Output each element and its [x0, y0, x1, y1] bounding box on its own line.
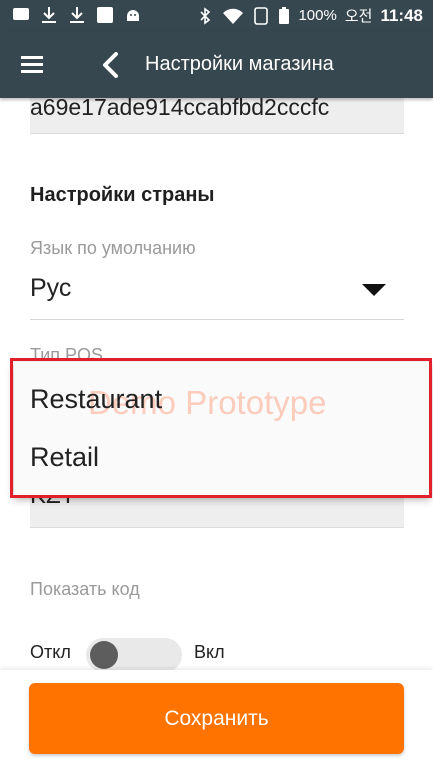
toggle-on-label: Вкл — [194, 642, 225, 662]
battery-percent: 100% — [298, 7, 337, 24]
token-value: a69e17ade914ccabfbd2cccfc — [30, 98, 330, 120]
dropdown-option-restaurant[interactable]: Restaurant — [30, 384, 162, 415]
wifi-icon — [223, 8, 244, 24]
battery-icon — [279, 6, 290, 24]
language-underline — [30, 319, 404, 320]
back-arrow-icon[interactable] — [98, 50, 124, 80]
pos-type-dropdown: Demo Prototype Restaurant Retail — [14, 362, 430, 496]
language-label: Язык по умолчанию — [30, 238, 196, 258]
clock: 11:48 — [380, 5, 423, 25]
ampm-label: 오전 — [344, 8, 373, 25]
bluetooth-icon — [200, 6, 211, 25]
download-icon — [42, 7, 56, 23]
download-icon — [70, 7, 84, 23]
language-select[interactable]: Рус — [30, 274, 71, 303]
toggle-knob — [90, 641, 118, 669]
show-code-label: Показать код — [30, 579, 140, 599]
notification-icons — [12, 6, 142, 24]
bottom-bar: Сохранить — [0, 670, 433, 769]
toggle-off-label: Откл — [30, 642, 71, 662]
square-icon — [97, 7, 113, 23]
app-bar: Настройки магазина — [0, 32, 433, 98]
dropdown-arrow-icon[interactable] — [362, 284, 386, 296]
dropdown-option-retail[interactable]: Retail — [30, 442, 99, 473]
screen-rotate-icon — [254, 6, 269, 25]
status-bar: 100% 오전 11:48 — [0, 0, 433, 32]
show-code-toggle[interactable] — [86, 638, 182, 670]
save-button[interactable]: Сохранить — [29, 683, 404, 754]
menu-icon[interactable] — [18, 52, 48, 78]
section-title-country: Настройки страны — [30, 184, 215, 206]
show-code-toggle-row: Откл Вкл — [30, 632, 404, 670]
message-icon — [13, 8, 29, 20]
android-icon — [127, 10, 139, 21]
page-title: Настройки магазина — [145, 53, 334, 75]
system-icons: 100% 오전 11:48 — [196, 5, 423, 26]
